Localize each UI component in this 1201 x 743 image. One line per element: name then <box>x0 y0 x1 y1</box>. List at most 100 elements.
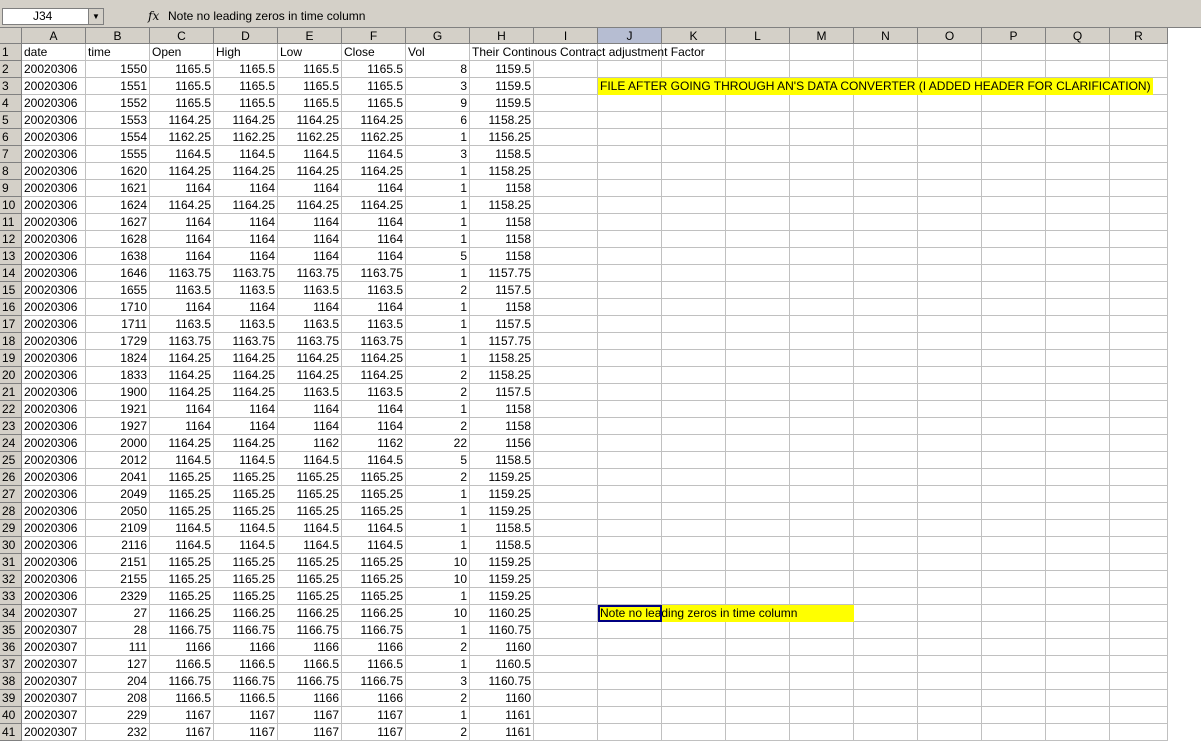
cell[interactable] <box>726 214 790 231</box>
cell[interactable] <box>534 214 598 231</box>
cell[interactable] <box>534 673 598 690</box>
cell[interactable]: 1165.5 <box>150 95 214 112</box>
cell[interactable]: 1729 <box>86 333 150 350</box>
cell[interactable] <box>1046 112 1110 129</box>
cell[interactable] <box>854 163 918 180</box>
cell[interactable] <box>982 367 1046 384</box>
cell[interactable]: 1159.5 <box>470 78 534 95</box>
cell[interactable] <box>982 282 1046 299</box>
row-header[interactable]: 22 <box>0 401 22 418</box>
cell[interactable]: 1164.25 <box>278 367 342 384</box>
cell[interactable] <box>1046 554 1110 571</box>
cell[interactable] <box>598 503 662 520</box>
cell[interactable] <box>790 452 854 469</box>
cell[interactable]: 1166.75 <box>214 622 278 639</box>
cell[interactable] <box>918 44 982 61</box>
cell[interactable] <box>726 707 790 724</box>
cell[interactable] <box>854 299 918 316</box>
cell[interactable]: 1166.25 <box>342 605 406 622</box>
cell[interactable] <box>726 418 790 435</box>
cell[interactable]: 1165.25 <box>278 571 342 588</box>
cell[interactable]: 1164.25 <box>342 367 406 384</box>
cell[interactable] <box>598 146 662 163</box>
cell[interactable]: 1165.25 <box>278 469 342 486</box>
cell[interactable] <box>790 469 854 486</box>
cell[interactable] <box>662 435 726 452</box>
column-header-b[interactable]: B <box>86 28 150 44</box>
row-header[interactable]: 14 <box>0 265 22 282</box>
cell[interactable]: Close <box>342 44 406 61</box>
cell[interactable]: 2155 <box>86 571 150 588</box>
cell[interactable]: 20020306 <box>22 469 86 486</box>
cell[interactable] <box>918 112 982 129</box>
cell[interactable] <box>790 248 854 265</box>
cell[interactable]: 2 <box>406 724 470 741</box>
cell[interactable] <box>982 435 1046 452</box>
cell[interactable] <box>790 180 854 197</box>
cell[interactable]: 20020306 <box>22 214 86 231</box>
cell[interactable] <box>726 571 790 588</box>
cell[interactable]: 1164 <box>150 231 214 248</box>
cell[interactable] <box>662 571 726 588</box>
cell[interactable]: 1164.25 <box>278 163 342 180</box>
cell[interactable] <box>982 520 1046 537</box>
cell[interactable]: 20020307 <box>22 673 86 690</box>
cell[interactable] <box>534 707 598 724</box>
cell[interactable] <box>854 282 918 299</box>
cell[interactable]: 8 <box>406 61 470 78</box>
cell[interactable]: 1166 <box>342 690 406 707</box>
cell[interactable] <box>854 129 918 146</box>
cell[interactable] <box>1110 537 1168 554</box>
cell[interactable] <box>1046 231 1110 248</box>
column-header-p[interactable]: P <box>982 28 1046 44</box>
cell[interactable] <box>534 401 598 418</box>
cell[interactable]: 20020306 <box>22 350 86 367</box>
cell[interactable]: 20020307 <box>22 605 86 622</box>
cell[interactable]: 1 <box>406 231 470 248</box>
cell[interactable] <box>662 707 726 724</box>
cell[interactable]: 10 <box>406 554 470 571</box>
cell[interactable]: 20020307 <box>22 707 86 724</box>
cell[interactable]: 20020306 <box>22 265 86 282</box>
cell[interactable]: 1165.25 <box>150 469 214 486</box>
cell[interactable] <box>598 299 662 316</box>
cell[interactable] <box>1046 265 1110 282</box>
column-header-g[interactable]: G <box>406 28 470 44</box>
cell[interactable] <box>534 95 598 112</box>
cell[interactable]: 1165.5 <box>278 61 342 78</box>
cell[interactable]: 1158 <box>470 248 534 265</box>
cell[interactable] <box>534 316 598 333</box>
cell[interactable]: 1164.25 <box>278 350 342 367</box>
cell[interactable]: 1164 <box>342 418 406 435</box>
cell[interactable] <box>790 622 854 639</box>
cell[interactable] <box>598 333 662 350</box>
row-header[interactable]: 32 <box>0 571 22 588</box>
cell[interactable] <box>1046 690 1110 707</box>
cell[interactable] <box>534 537 598 554</box>
cell[interactable]: 2 <box>406 639 470 656</box>
cell[interactable] <box>854 707 918 724</box>
cell[interactable]: 1160.75 <box>470 622 534 639</box>
cell[interactable]: 1164.5 <box>278 520 342 537</box>
cell[interactable] <box>598 197 662 214</box>
cell[interactable] <box>790 571 854 588</box>
cell[interactable] <box>1110 554 1168 571</box>
cell[interactable] <box>598 639 662 656</box>
cell[interactable] <box>1046 44 1110 61</box>
cell[interactable] <box>534 656 598 673</box>
cell[interactable] <box>598 469 662 486</box>
cell[interactable] <box>790 299 854 316</box>
cell[interactable] <box>598 588 662 605</box>
cell[interactable]: 1554 <box>86 129 150 146</box>
cell[interactable]: 1158 <box>470 299 534 316</box>
cell[interactable] <box>726 690 790 707</box>
cell[interactable] <box>598 690 662 707</box>
cell[interactable] <box>790 95 854 112</box>
row-header[interactable]: 29 <box>0 520 22 537</box>
cell[interactable]: 1158.5 <box>470 537 534 554</box>
cell[interactable]: 3 <box>406 146 470 163</box>
cell[interactable] <box>918 129 982 146</box>
cell[interactable] <box>662 299 726 316</box>
cell[interactable]: 1157.5 <box>470 316 534 333</box>
cell[interactable] <box>534 622 598 639</box>
